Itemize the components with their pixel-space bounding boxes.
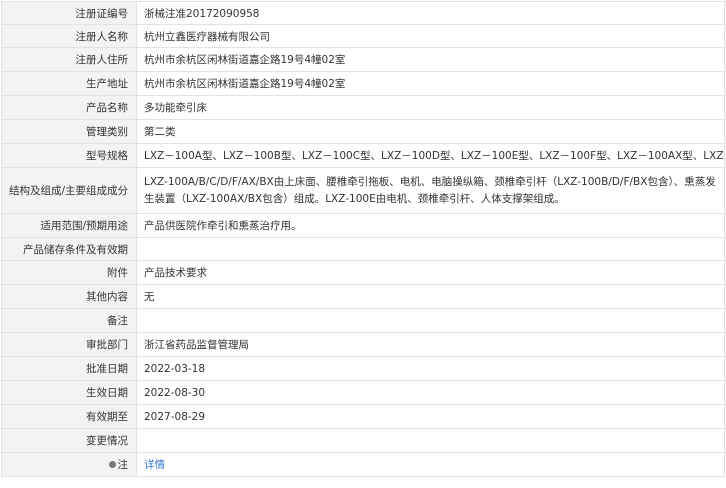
value-valid-until: 2027-08-29 [136, 404, 725, 429]
row-intended-use: 适用范围/预期用途 产品供医院作牵引和熏蒸治疗用。 [1, 213, 725, 238]
label-intended-use: 适用范围/预期用途 [1, 213, 137, 238]
value-intended-use: 产品供医院作牵引和熏蒸治疗用。 [136, 213, 725, 238]
row-effective-date: 生效日期 2022-08-30 [1, 380, 725, 405]
value-note: 详情 [136, 452, 725, 477]
label-production-address: 生产地址 [1, 71, 137, 96]
label-management-category: 管理类别 [1, 119, 137, 144]
label-valid-until: 有效期至 [1, 404, 137, 429]
row-other-content: 其他内容 无 [1, 284, 725, 309]
value-effective-date: 2022-08-30 [136, 380, 725, 405]
value-registrant-address: 杭州市余杭区闲林街道嘉企路19号4幢02室 [136, 47, 725, 72]
label-product-name: 产品名称 [1, 95, 137, 120]
row-approval-date: 批准日期 2022-03-18 [1, 356, 725, 381]
value-registrant-name: 杭州立鑫医疗器械有限公司 [136, 24, 725, 48]
row-storage: 产品储存条件及有效期 [1, 237, 725, 261]
label-registrant-address: 注册人住所 [1, 47, 137, 72]
label-change-history: 变更情况 [1, 428, 137, 453]
row-product-name: 产品名称 多功能牵引床 [1, 95, 725, 120]
label-model-spec: 型号规格 [1, 143, 137, 168]
value-approval-dept: 浙江省药品监督管理局 [136, 332, 725, 357]
row-note: 注 详情 [1, 452, 725, 477]
value-other-content: 无 [136, 284, 725, 309]
label-structure: 结构及组成/主要组成成分 [1, 167, 137, 214]
label-remarks: 备注 [1, 308, 137, 333]
value-remarks [136, 308, 725, 333]
value-product-name: 多功能牵引床 [136, 95, 725, 120]
value-approval-date: 2022-03-18 [136, 356, 725, 381]
row-approval-dept: 审批部门 浙江省药品监督管理局 [1, 332, 725, 357]
row-registrant-address: 注册人住所 杭州市余杭区闲林街道嘉企路19号4幢02室 [1, 47, 725, 72]
note-label: 注 [117, 459, 129, 471]
info-dot-icon [108, 461, 116, 468]
row-production-address: 生产地址 杭州市余杭区闲林街道嘉企路19号4幢02室 [1, 71, 725, 96]
label-approval-date: 批准日期 [1, 356, 137, 381]
row-change-history: 变更情况 [1, 428, 725, 453]
registration-table: 注册证编号 浙械注准20172090958 注册人名称 杭州立鑫医疗器械有限公司… [1, 1, 725, 477]
row-valid-until: 有效期至 2027-08-29 [1, 404, 725, 429]
row-attachment: 附件 产品技术要求 [1, 260, 725, 285]
value-structure: LXZ-100A/B/C/D/F/AX/BX由上床面、腰椎牵引拖板、电机、电脑操… [136, 167, 725, 214]
row-model-spec: 型号规格 LXZ－100A型、LXZ－100B型、LXZ－100C型、LXZ－1… [1, 143, 725, 168]
label-other-content: 其他内容 [1, 284, 137, 309]
value-production-address: 杭州市余杭区闲林街道嘉企路19号4幢02室 [136, 71, 725, 96]
value-change-history [136, 428, 725, 453]
value-storage [136, 237, 725, 261]
row-management-category: 管理类别 第二类 [1, 119, 725, 144]
label-storage: 产品储存条件及有效期 [1, 237, 137, 261]
label-registration-number: 注册证编号 [1, 1, 137, 25]
value-model-spec: LXZ－100A型、LXZ－100B型、LXZ－100C型、LXZ－100D型、… [136, 143, 725, 168]
value-management-category: 第二类 [136, 119, 725, 144]
value-registration-number: 浙械注准20172090958 [136, 1, 725, 25]
label-effective-date: 生效日期 [1, 380, 137, 405]
row-registrant-name: 注册人名称 杭州立鑫医疗器械有限公司 [1, 24, 725, 48]
value-attachment: 产品技术要求 [136, 260, 725, 285]
row-structure: 结构及组成/主要组成成分 LXZ-100A/B/C/D/F/AX/BX由上床面、… [1, 167, 725, 214]
label-approval-dept: 审批部门 [1, 332, 137, 357]
details-link[interactable]: 详情 [144, 459, 165, 471]
label-attachment: 附件 [1, 260, 137, 285]
label-registrant-name: 注册人名称 [1, 24, 137, 48]
row-remarks: 备注 [1, 308, 725, 333]
label-note: 注 [1, 452, 137, 477]
row-registration-number: 注册证编号 浙械注准20172090958 [1, 1, 725, 25]
